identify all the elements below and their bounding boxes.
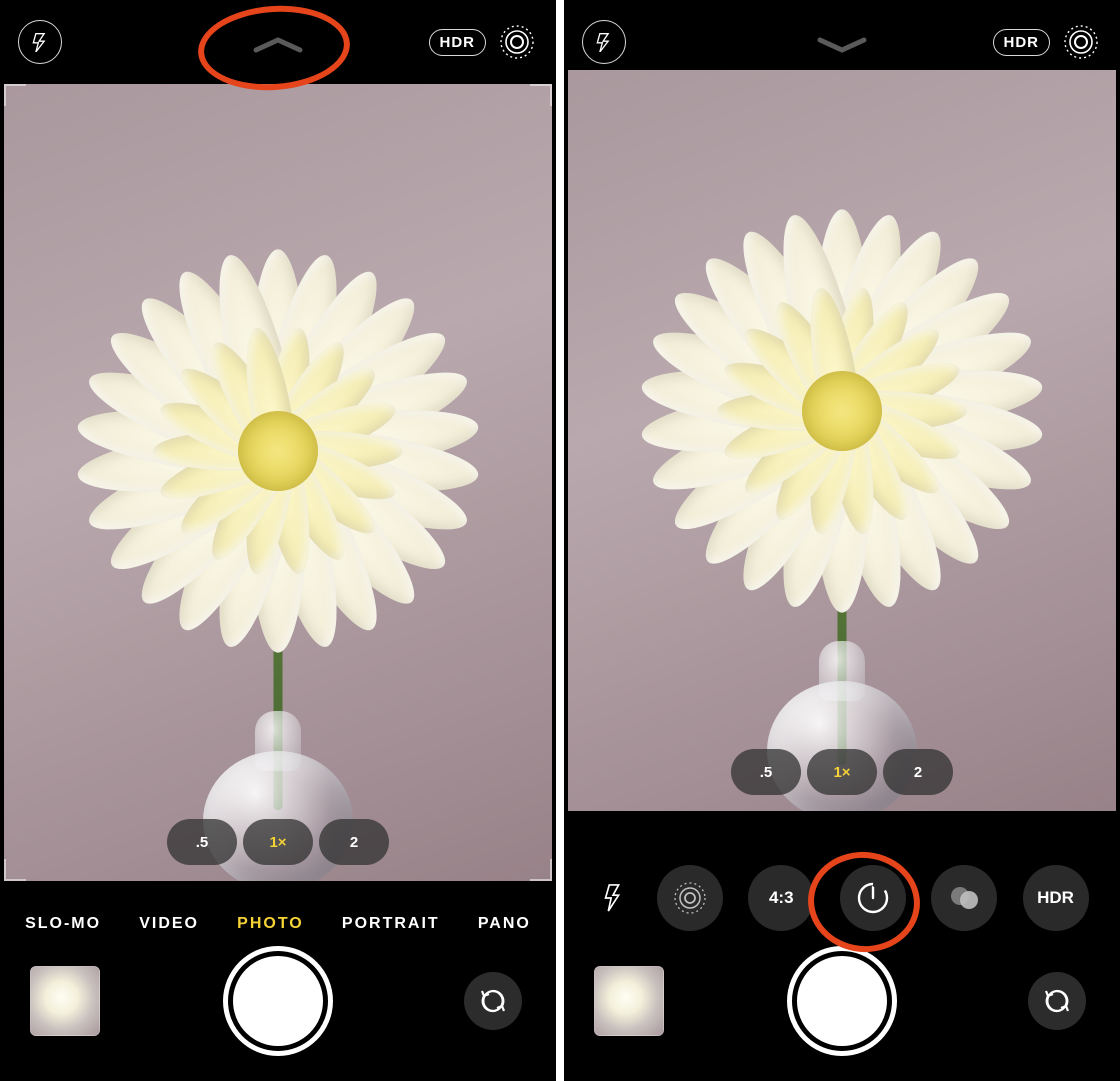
white-dahlia-flower (612, 181, 1072, 641)
camera-app-right: HDR .5 1× 2 (564, 0, 1120, 1081)
tool-aspect-ratio[interactable]: 4:3 (748, 865, 814, 931)
flash-icon (599, 884, 627, 912)
mode-pano[interactable]: PANO (478, 915, 531, 933)
top-controls: HDR (564, 0, 1120, 84)
chevron-down-icon (814, 36, 870, 54)
mode-slo-mo[interactable]: SLO-MO (25, 915, 101, 933)
zoom-controls: .5 1× 2 (167, 819, 389, 865)
mode-portrait[interactable]: PORTRAIT (342, 915, 440, 933)
shutter-button[interactable] (792, 951, 892, 1051)
flash-icon (30, 32, 50, 52)
flash-icon (594, 32, 614, 52)
flip-camera-icon (478, 986, 508, 1016)
flash-button[interactable] (18, 20, 62, 64)
collapse-tools-chevron[interactable] (814, 36, 870, 59)
viewfinder[interactable] (4, 84, 552, 881)
timer-icon (854, 879, 892, 917)
camera-flip-button[interactable] (464, 972, 522, 1030)
tool-hdr[interactable]: HDR (1023, 865, 1089, 931)
last-photo-thumbnail[interactable] (594, 966, 664, 1036)
top-controls: HDR (0, 0, 556, 84)
frame-corner (4, 84, 26, 106)
hdr-toggle[interactable]: HDR (429, 29, 487, 56)
white-dahlia-flower (48, 221, 508, 681)
tool-timer[interactable] (840, 865, 906, 931)
viewfinder[interactable] (568, 70, 1116, 811)
live-photo-icon (670, 878, 710, 918)
live-photo-toggle[interactable] (496, 21, 538, 63)
zoom-tele[interactable]: 2 (319, 819, 389, 865)
chevron-up-icon (250, 36, 306, 54)
expand-tools-chevron[interactable] (250, 36, 306, 59)
filters-icon (945, 879, 983, 917)
zoom-tele[interactable]: 2 (883, 749, 953, 795)
shutter-bar (564, 941, 1120, 1061)
frame-corner (530, 859, 552, 881)
zoom-1x[interactable]: 1× (243, 819, 313, 865)
zoom-controls: .5 1× 2 (731, 749, 953, 795)
last-photo-thumbnail[interactable] (30, 966, 100, 1036)
shutter-button[interactable] (228, 951, 328, 1051)
tool-live-photo[interactable] (657, 865, 723, 931)
zoom-1x[interactable]: 1× (807, 749, 877, 795)
top-right-controls: HDR (993, 21, 1103, 63)
mode-photo[interactable]: PHOTO (237, 915, 304, 933)
screenshot-pair: HDR . (0, 0, 1120, 1081)
zoom-ultrawide[interactable]: .5 (731, 749, 801, 795)
mode-video[interactable]: VIDEO (139, 915, 199, 933)
live-photo-toggle[interactable] (1060, 21, 1102, 63)
mode-selector[interactable]: SLO-MO VIDEO PHOTO PORTRAIT PANO (0, 915, 556, 933)
expanded-tools: 4:3 HDR (564, 865, 1120, 931)
live-photo-icon (497, 22, 537, 62)
frame-corner (530, 84, 552, 106)
zoom-ultrawide[interactable]: .5 (167, 819, 237, 865)
top-right-controls: HDR (429, 21, 539, 63)
frame-corner (4, 859, 26, 881)
live-photo-icon (1061, 22, 1101, 62)
tool-filters[interactable] (931, 865, 997, 931)
flip-camera-icon (1042, 986, 1072, 1016)
camera-flip-button[interactable] (1028, 972, 1086, 1030)
shutter-bar (0, 941, 556, 1061)
tool-flash[interactable] (595, 884, 631, 912)
hdr-toggle[interactable]: HDR (993, 29, 1051, 56)
camera-app-left: HDR . (0, 0, 556, 1081)
flash-button[interactable] (582, 20, 626, 64)
